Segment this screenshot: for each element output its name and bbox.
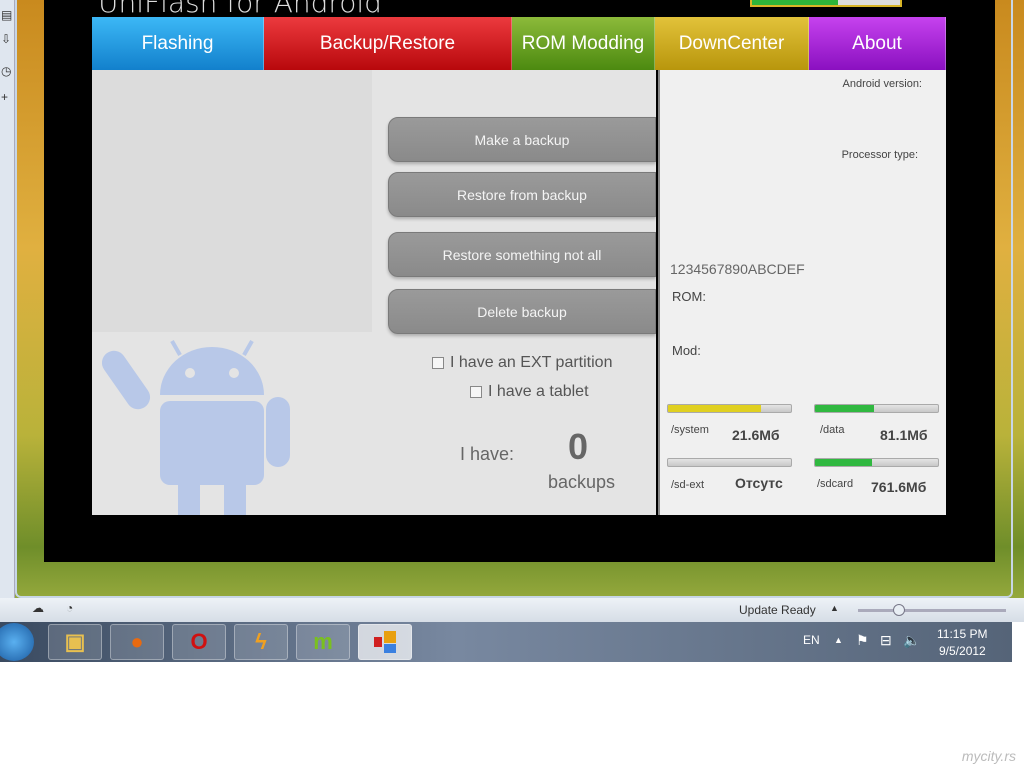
data-value: 81.1Мб xyxy=(880,427,928,443)
add-icon[interactable]: + xyxy=(1,90,8,104)
main-tabs: Flashing Backup/Restore ROM Modding Down… xyxy=(92,17,946,70)
tab-downcenter[interactable]: DownCenter xyxy=(655,17,809,70)
clock-date[interactable]: 9/5/2012 xyxy=(939,644,986,658)
volume-icon[interactable]: 🔈 xyxy=(903,632,920,649)
tab-rom-modding[interactable]: ROM Modding xyxy=(512,17,655,70)
up-arrow-icon[interactable]: ▲ xyxy=(830,603,839,613)
mod-label: Mod: xyxy=(672,343,701,358)
processor-type-label: Processor type: xyxy=(841,149,918,161)
sdcard-value: 761.6Мб xyxy=(871,479,927,495)
data-label: /data xyxy=(820,424,845,436)
sdcard-usage-bar xyxy=(814,458,939,467)
ext-partition-checkbox[interactable]: I have an EXT partition xyxy=(432,354,612,372)
delete-backup-button[interactable]: Delete backup xyxy=(388,289,656,334)
zoom-slider-handle[interactable] xyxy=(893,604,905,616)
update-status[interactable]: Update Ready xyxy=(739,603,816,617)
sd-ext-usage-bar xyxy=(667,458,792,467)
device-info-panel: Android version: Processor type: 1234567… xyxy=(658,70,946,515)
sd-ext-value: Отсутс xyxy=(735,475,783,491)
action-center-flag-icon[interactable]: ⚑ xyxy=(856,632,869,649)
history-icon[interactable]: ◷ xyxy=(1,64,11,78)
backup-count-label: I have: xyxy=(460,444,515,464)
sd-ext-label: /sd-ext xyxy=(671,479,705,491)
title-progress-bar xyxy=(750,0,902,7)
clock-time[interactable]: 11:15 PM xyxy=(937,627,987,641)
firefox-taskbar-icon[interactable]: ● xyxy=(110,624,164,660)
checkbox-label: I have a tablet xyxy=(488,383,589,400)
speed-icon[interactable]: ◔ xyxy=(66,601,73,615)
system-value: 21.6Мб xyxy=(732,427,780,443)
sdcard-label: /sdcard xyxy=(817,478,854,490)
system-label: /system xyxy=(671,424,709,436)
save-icon[interactable]: ⇩ xyxy=(1,32,11,46)
data-usage-bar xyxy=(814,404,939,413)
page-icon[interactable]: ▤ xyxy=(1,8,12,22)
left-toolbar: ▤ ⇩ ◷ + xyxy=(0,0,15,600)
watermark: mycity.rs xyxy=(961,748,1016,764)
cloud-icon[interactable]: ☁ xyxy=(32,601,44,615)
tablet-checkbox[interactable]: I have a tablet xyxy=(470,383,589,401)
winamp-taskbar-icon[interactable]: ϟ xyxy=(234,624,288,660)
make-backup-button[interactable]: Make a backup xyxy=(388,117,656,162)
tab-about[interactable]: About xyxy=(809,17,946,70)
windows-taskbar: ▣ ● O ϟ m EN ▲ ⚑ ⊟ 🔈 11:15 PM 9/5/2012 xyxy=(0,622,1012,662)
tab-flashing[interactable]: Flashing xyxy=(92,17,264,70)
restore-backup-button[interactable]: Restore from backup xyxy=(388,172,656,217)
backup-count: 0 xyxy=(568,426,589,467)
tab-backup-restore[interactable]: Backup/Restore xyxy=(264,17,512,70)
system-usage-bar xyxy=(667,404,792,413)
device-serial: 1234567890ABCDEF xyxy=(670,261,805,277)
android-version-label: Android version: xyxy=(842,78,923,90)
panel-shade xyxy=(92,70,372,332)
rom-label: ROM: xyxy=(672,289,706,304)
checkbox-label: I have an EXT partition xyxy=(450,354,613,371)
explorer-taskbar-icon[interactable]: ▣ xyxy=(48,624,102,660)
show-hidden-icons[interactable]: ▲ xyxy=(834,635,843,645)
language-indicator[interactable]: EN xyxy=(803,633,820,647)
restore-partial-button[interactable]: Restore something not all xyxy=(388,232,656,277)
uniflash-app-icon xyxy=(374,631,396,653)
opera-taskbar-icon[interactable]: O xyxy=(172,624,226,660)
start-button[interactable] xyxy=(0,623,34,661)
miro-taskbar-icon[interactable]: m xyxy=(296,624,350,660)
uniflash-taskbar-icon[interactable] xyxy=(358,624,412,660)
backup-panel: Make a backup Restore from backup Restor… xyxy=(92,70,656,515)
backup-count-unit: backups xyxy=(548,472,616,492)
checkbox-box[interactable] xyxy=(432,357,444,369)
zoom-slider[interactable] xyxy=(858,609,1006,612)
checkbox-box[interactable] xyxy=(470,386,482,398)
host-status-bar: ☁ ◔ Update Ready ▲ xyxy=(0,598,1024,622)
network-icon[interactable]: ⊟ xyxy=(880,632,892,649)
android-mascot-icon xyxy=(102,340,290,515)
